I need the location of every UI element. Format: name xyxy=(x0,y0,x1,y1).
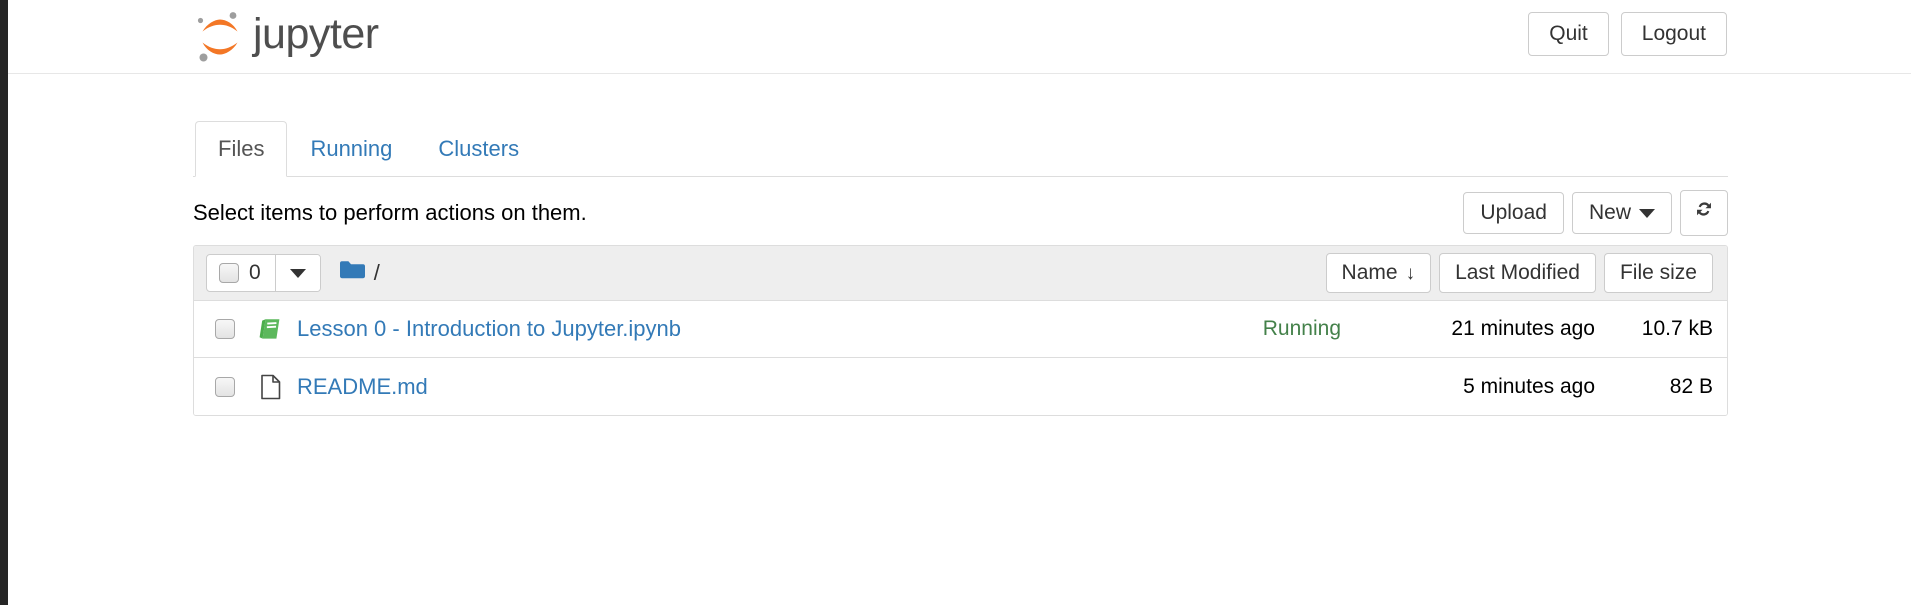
table-row[interactable]: README.md 5 minutes ago 82 B xyxy=(194,358,1727,415)
logout-button[interactable]: Logout xyxy=(1620,12,1727,57)
sort-controls: Name ↓ Last Modified File size xyxy=(1325,252,1713,294)
jupyter-logo-icon xyxy=(193,10,247,64)
file-modified: 5 minutes ago xyxy=(1463,374,1595,398)
select-all-checkbox[interactable] xyxy=(219,263,239,283)
select-all-dropdown-button[interactable] xyxy=(275,255,320,291)
sort-by-modified-button[interactable]: Last Modified xyxy=(1439,252,1596,294)
chevron-down-icon xyxy=(289,268,306,278)
selected-count-label: 0 xyxy=(249,261,261,284)
select-all-control[interactable]: 0 xyxy=(207,255,276,291)
refresh-icon xyxy=(1693,198,1715,227)
tab-clusters[interactable]: Clusters xyxy=(415,121,542,177)
toolbar-buttons: Upload New xyxy=(1463,190,1728,236)
chevron-down-icon xyxy=(1639,208,1655,218)
running-status-badge: Running xyxy=(1262,317,1341,340)
row-checkbox-cell xyxy=(206,319,244,339)
file-size: 82 B xyxy=(1669,374,1713,398)
refresh-button[interactable] xyxy=(1680,190,1728,236)
tab-bar: Files Running Clusters xyxy=(193,120,1728,177)
file-modified: 21 minutes ago xyxy=(1451,317,1595,340)
breadcrumb-path: / xyxy=(373,260,380,285)
jupyter-file-browser-page: jupyter Quit Logout Files Running Cluste… xyxy=(0,0,1911,605)
table-row[interactable]: Lesson 0 - Introduction to Jupyter.ipynb… xyxy=(194,301,1727,358)
file-size: 10.7 kB xyxy=(1641,317,1713,340)
sort-by-size-button[interactable]: File size xyxy=(1603,252,1713,294)
sort-name-label: Name xyxy=(1341,260,1398,284)
file-list-header: 0 / Name ↓ Last Modified File size xyxy=(194,246,1727,301)
new-button[interactable]: New xyxy=(1571,191,1672,235)
selection-hint-text: Select items to perform actions on them. xyxy=(193,200,587,225)
tab-running[interactable]: Running xyxy=(287,121,415,177)
tab-files[interactable]: Files xyxy=(195,121,288,177)
jupyter-logo-text: jupyter xyxy=(253,9,379,58)
header-buttons: Quit Logout xyxy=(1528,12,1727,57)
file-link[interactable]: README.md xyxy=(297,374,428,400)
sort-by-name-button[interactable]: Name ↓ xyxy=(1325,252,1432,294)
folder-icon xyxy=(339,259,366,287)
upload-button-label: Upload xyxy=(1480,200,1547,224)
row-checkbox[interactable] xyxy=(215,376,235,397)
select-all-group: 0 xyxy=(206,254,321,292)
file-list: 0 / Name ↓ Last Modified File size Lesso… xyxy=(193,245,1728,416)
file-link[interactable]: Lesson 0 - Introduction to Jupyter.ipynb xyxy=(297,316,681,342)
arrow-down-icon: ↓ xyxy=(1405,262,1416,284)
quit-button[interactable]: Quit xyxy=(1528,12,1609,57)
file-icon xyxy=(254,374,288,400)
window-left-edge xyxy=(0,0,8,605)
jupyter-logo[interactable]: jupyter xyxy=(193,8,379,66)
upload-button[interactable]: Upload xyxy=(1463,191,1564,235)
notebook-icon xyxy=(254,316,288,342)
new-button-label: New xyxy=(1588,200,1631,224)
site-header: jupyter Quit Logout xyxy=(8,0,1911,74)
breadcrumb[interactable]: / xyxy=(339,259,380,287)
row-checkbox[interactable] xyxy=(215,319,235,339)
row-checkbox-cell xyxy=(206,376,244,397)
actions-toolbar: Select items to perform actions on them.… xyxy=(193,177,1728,239)
main-content: Files Running Clusters Select items to p… xyxy=(193,74,1728,416)
